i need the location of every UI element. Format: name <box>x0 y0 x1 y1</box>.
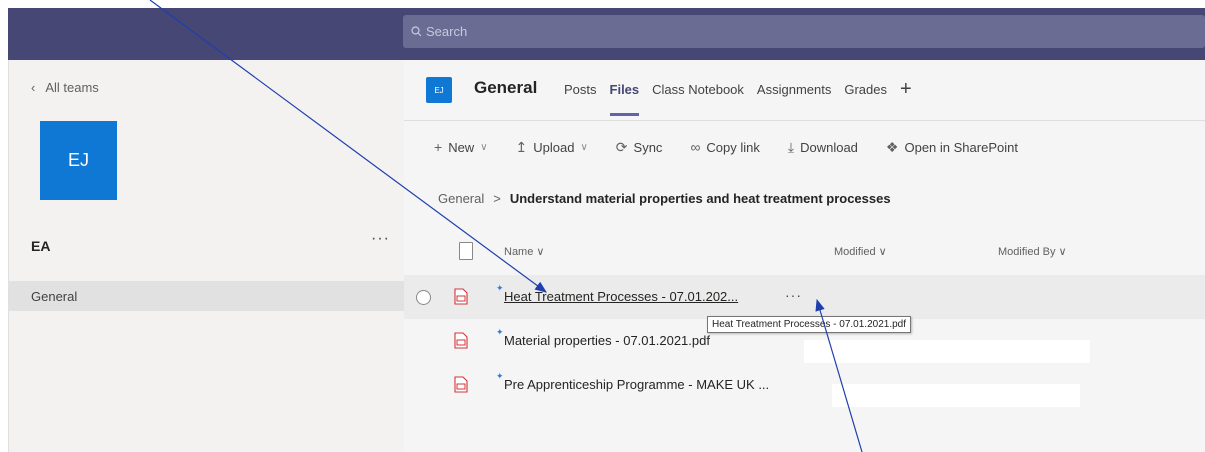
channel-label: General <box>31 288 78 304</box>
sidebar-item-general[interactable]: General <box>9 281 404 311</box>
open-in-sharepoint-button[interactable]: ❖ Open in SharePoint <box>886 139 1018 156</box>
channel-tabs: Posts Files Class Notebook Assignments G… <box>564 79 912 116</box>
pdf-file-icon <box>454 376 468 393</box>
row-select-radio[interactable] <box>416 290 431 305</box>
sync-label: Sync <box>633 139 663 155</box>
download-button[interactable]: ⤓ Download <box>788 139 858 156</box>
sync-button[interactable]: ⟳ Sync <box>616 139 663 156</box>
chevron-right-icon: > <box>493 191 501 206</box>
open-in-sharepoint-label: Open in SharePoint <box>904 139 1018 155</box>
files-toolbar: + New ∨ ↥ Upload ∨ ⟳ Sync ∞ Copy link ⤓ … <box>404 122 1205 172</box>
tab-assignments[interactable]: Assignments <box>757 82 831 97</box>
file-name-link[interactable]: Pre Apprenticeship Programme - MAKE UK .… <box>504 377 769 392</box>
plus-icon: + <box>434 139 443 155</box>
upload-button[interactable]: ↥ Upload ∨ <box>516 139 588 156</box>
upload-label: Upload <box>533 139 575 155</box>
column-header-name[interactable]: Name ∨ <box>504 245 544 258</box>
all-teams-link[interactable]: ‹ All teams <box>31 80 99 95</box>
new-file-sparkle-icon: ✦ <box>496 283 504 293</box>
search-icon <box>411 26 422 37</box>
document-type-icon <box>459 242 473 260</box>
file-row[interactable]: ✦ Heat Treatment Processes - 07.01.202..… <box>404 275 1205 319</box>
file-name-link[interactable]: Material properties - 07.01.2021.pdf <box>504 333 710 348</box>
column-header-modified[interactable]: Modified ∨ <box>834 245 887 258</box>
new-file-sparkle-icon: ✦ <box>496 371 504 381</box>
sync-icon: ⟳ <box>615 138 628 155</box>
pdf-file-icon <box>454 288 468 305</box>
file-more-options-button[interactable]: ··· <box>785 287 802 303</box>
file-list-header: Name ∨ Modified ∨ Modified By ∨ <box>404 231 1205 275</box>
chevron-down-icon: ∨ <box>580 141 588 153</box>
sharepoint-icon: ❖ <box>885 138 899 155</box>
top-bar-area: Search <box>0 0 1205 60</box>
channel-team-icon: EJ <box>426 77 452 103</box>
search-box[interactable]: Search <box>403 15 1205 48</box>
new-button[interactable]: + New ∨ <box>434 139 488 155</box>
tab-class-notebook[interactable]: Class Notebook <box>652 82 744 97</box>
copy-link-label: Copy link <box>706 139 760 155</box>
search-placeholder[interactable]: Search <box>426 24 467 39</box>
download-icon: ⤓ <box>787 138 795 155</box>
pdf-file-icon <box>454 332 468 349</box>
copy-link-button[interactable]: ∞ Copy link <box>690 139 759 155</box>
redaction-block <box>832 384 1080 407</box>
channel-title: General <box>474 78 538 97</box>
column-header-modified-by[interactable]: Modified By ∨ <box>998 245 1067 258</box>
upload-icon: ↥ <box>515 138 528 155</box>
breadcrumb-root[interactable]: General <box>438 191 484 206</box>
download-label: Download <box>800 139 858 155</box>
tab-grades[interactable]: Grades <box>844 82 887 97</box>
breadcrumb: General > Understand material properties… <box>438 191 891 206</box>
new-file-sparkle-icon: ✦ <box>496 327 504 337</box>
file-name-link[interactable]: Heat Treatment Processes - 07.01.202... <box>504 289 738 304</box>
main-panel: EJ General Posts Files Class Notebook As… <box>404 60 1205 452</box>
add-tab-button[interactable]: + <box>900 79 912 99</box>
all-teams-label: All teams <box>45 80 99 95</box>
new-label: New <box>448 139 475 155</box>
tab-files[interactable]: Files <box>609 82 639 116</box>
chevron-down-icon: ∨ <box>480 141 488 153</box>
chevron-left-icon: ‹ <box>31 80 36 95</box>
file-name-tooltip: Heat Treatment Processes - 07.01.2021.pd… <box>707 316 911 333</box>
link-icon: ∞ <box>690 139 701 155</box>
team-more-options-button[interactable]: ··· <box>371 230 390 248</box>
redaction-block <box>804 340 1090 363</box>
file-row[interactable]: ✦ Pre Apprenticeship Programme - MAKE UK… <box>404 363 1205 407</box>
breadcrumb-current: Understand material properties and heat … <box>509 191 891 206</box>
tab-posts[interactable]: Posts <box>564 82 597 97</box>
channel-header: EJ General Posts Files Class Notebook As… <box>404 60 1205 121</box>
team-name: EA <box>31 238 51 254</box>
team-avatar[interactable]: EJ <box>40 121 117 200</box>
team-sidebar: ‹ All teams EJ EA ··· General <box>8 60 405 452</box>
